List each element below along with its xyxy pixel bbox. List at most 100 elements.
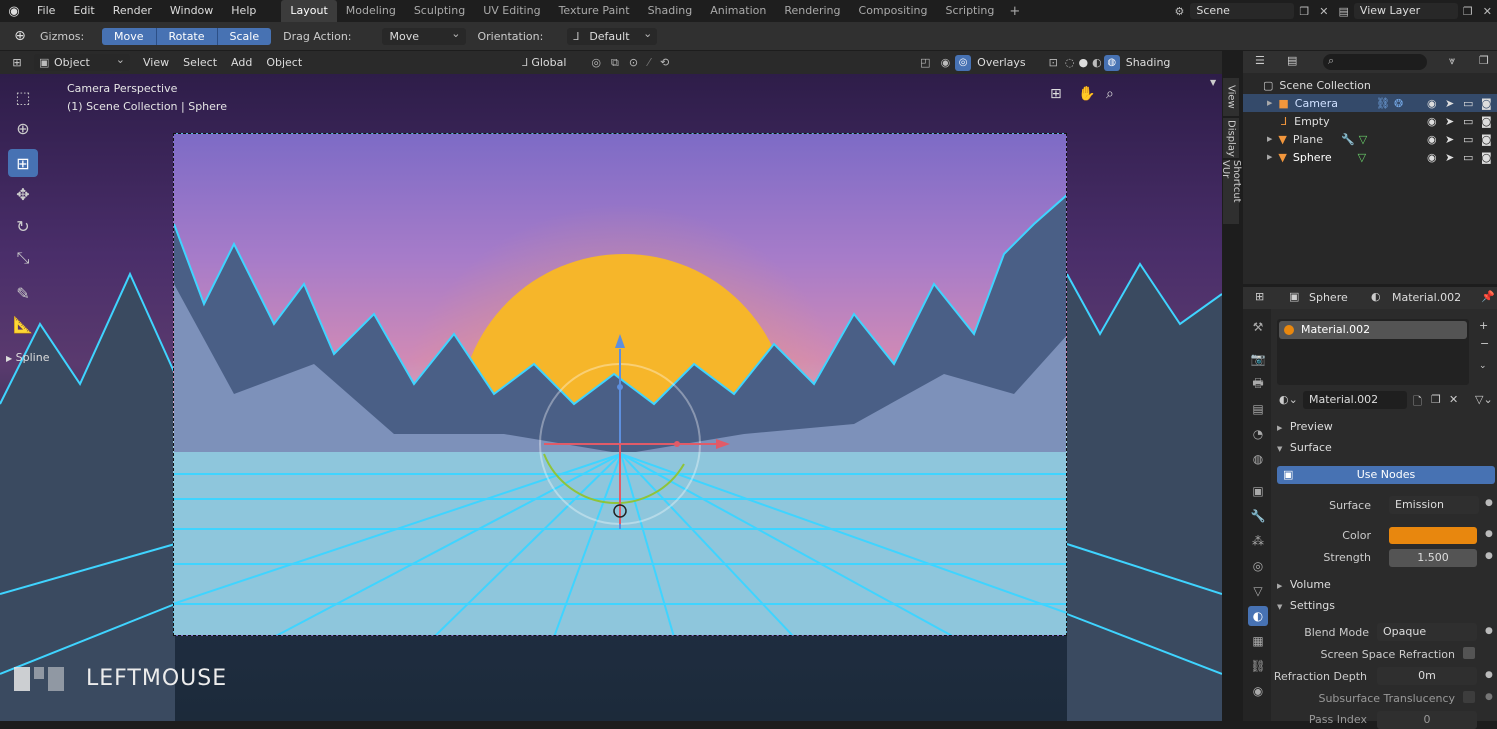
link-dot-icon[interactable]: ● bbox=[1485, 551, 1493, 561]
viewport-disable-icon[interactable]: ▭ bbox=[1463, 97, 1473, 110]
outliner-item-empty[interactable]: ⅃ Empty ◉ ➤ ▭ ◙ bbox=[1243, 112, 1497, 130]
object-tab-icon[interactable]: ▣ bbox=[1248, 481, 1268, 501]
properties-editor-icon[interactable]: ⊞ bbox=[1255, 290, 1264, 303]
workspace-tab-modeling[interactable]: Modeling bbox=[337, 0, 405, 22]
outliner-item-plane[interactable]: ▶ ▼ Plane 🔧 ▽ ◉ ➤ ▭ ◙ bbox=[1243, 130, 1497, 148]
blender-logo-icon[interactable]: ◉ bbox=[0, 4, 28, 19]
workspace-tab-sculpting[interactable]: Sculpting bbox=[405, 0, 474, 22]
link-dot-icon[interactable]: ● bbox=[1485, 670, 1493, 680]
view-layer-tab-icon[interactable]: ▤ bbox=[1248, 399, 1268, 419]
pin-icon[interactable]: 📌 bbox=[1481, 290, 1495, 303]
emission-color-swatch[interactable] bbox=[1389, 527, 1477, 544]
transform-tool-button-icon[interactable]: ⊞ bbox=[8, 149, 38, 177]
remove-scene-icon[interactable]: ✕ bbox=[1314, 5, 1333, 18]
falloff-icon[interactable]: ⁄ bbox=[643, 56, 655, 69]
link-dot-icon[interactable]: ● bbox=[1485, 529, 1493, 539]
particles-tab-icon[interactable]: ⁂ bbox=[1248, 531, 1268, 551]
physics-tab-icon[interactable]: ◎ bbox=[1248, 556, 1268, 576]
material-slot-list[interactable]: Material.002 bbox=[1277, 319, 1469, 385]
gizmo-rotate-button[interactable]: Rotate bbox=[155, 27, 217, 45]
duplicate-material-icon[interactable]: ❐ bbox=[1431, 393, 1441, 406]
workspace-tab-shading[interactable]: Shading bbox=[639, 0, 702, 22]
section-volume[interactable]: ▶ Volume bbox=[1277, 578, 1331, 591]
menu-help[interactable]: Help bbox=[222, 0, 265, 22]
viewport-disable-icon[interactable]: ▭ bbox=[1463, 133, 1473, 146]
material-slot-item[interactable]: Material.002 bbox=[1279, 321, 1467, 339]
ssr-checkbox[interactable] bbox=[1463, 647, 1475, 659]
cursor-tool-icon[interactable]: ⊕ bbox=[8, 114, 38, 142]
new-scene-icon[interactable]: ❐ bbox=[1294, 5, 1314, 18]
viewport-disable-icon[interactable]: ▭ bbox=[1463, 151, 1473, 164]
sss-checkbox[interactable] bbox=[1463, 691, 1475, 703]
material-datablock-field[interactable]: Material.002 bbox=[1303, 391, 1407, 409]
zoom-icon[interactable]: ⌕ bbox=[1106, 86, 1114, 102]
outliner-item-camera[interactable]: ▶ ■ Camera ⛓ ❂ ◉ ➤ ▭ ◙ bbox=[1243, 94, 1497, 112]
texture-tab-icon[interactable]: ▦ bbox=[1248, 631, 1268, 651]
object-mode-dropdown[interactable]: ▣ Object Mode bbox=[34, 51, 130, 86]
pivot-icon[interactable]: ◎ bbox=[586, 56, 606, 69]
material-browse-icon[interactable]: ◐⌄ bbox=[1279, 393, 1298, 406]
measure-tool-icon[interactable]: 📐 bbox=[8, 310, 38, 338]
add-workspace-icon[interactable]: + bbox=[1003, 4, 1026, 19]
orientation-dropdown[interactable]: ⅃ Default bbox=[567, 25, 658, 45]
menu-render[interactable]: Render bbox=[104, 0, 161, 22]
shading-dropdown[interactable]: Shading bbox=[1120, 56, 1177, 69]
node-filter-icon[interactable]: ▽⌄ bbox=[1475, 393, 1493, 406]
menu-view[interactable]: View bbox=[136, 56, 176, 69]
render-disable-icon[interactable]: ◙ bbox=[1481, 115, 1492, 128]
workspace-tab-layout[interactable]: Layout bbox=[281, 0, 337, 22]
xray-icon[interactable]: ⊡ bbox=[1044, 56, 1063, 69]
3d-viewport[interactable]: Camera Perspective (1) Scene Collection … bbox=[0, 74, 1222, 721]
workspace-tab-texture-paint[interactable]: Texture Paint bbox=[550, 0, 639, 22]
modifiers-tab-icon[interactable]: 🔧 bbox=[1248, 506, 1268, 526]
fake-user-icon[interactable]: 🗋 bbox=[1413, 393, 1422, 412]
shader-fx-tab-icon[interactable]: ◉ bbox=[1248, 681, 1268, 701]
refraction-depth-input[interactable]: 0m bbox=[1377, 667, 1477, 685]
pan-hand-icon[interactable]: ✋ bbox=[1078, 86, 1095, 102]
section-settings[interactable]: ▼ Settings bbox=[1277, 599, 1335, 612]
select-box-tool-icon[interactable]: ⬚ bbox=[8, 83, 38, 111]
outliner-item-sphere[interactable]: ▶ ▼ Sphere ▽ ◉ ➤ ▭ ◙ bbox=[1243, 148, 1497, 166]
slot-specials-icon[interactable]: ⌄ bbox=[1479, 361, 1487, 371]
visibility-eye-icon[interactable]: ◉ bbox=[1427, 115, 1437, 128]
visibility-eye-icon[interactable]: ◉ bbox=[1427, 97, 1437, 110]
scene-tab-icon[interactable]: ◔ bbox=[1248, 424, 1268, 444]
camera-view-icon[interactable]: ⊞ bbox=[1050, 86, 1062, 102]
menu-window[interactable]: Window bbox=[161, 0, 222, 22]
unlink-material-icon[interactable]: ✕ bbox=[1449, 393, 1458, 406]
overlays-dropdown[interactable]: Overlays bbox=[971, 56, 1044, 69]
visibility-eye-icon[interactable]: ◉ bbox=[1427, 133, 1437, 146]
strength-input[interactable]: 1.500 bbox=[1389, 549, 1477, 567]
render-tab-icon[interactable]: 📷 bbox=[1248, 349, 1268, 369]
pass-index-input[interactable]: 0 bbox=[1377, 711, 1477, 729]
use-nodes-button[interactable]: ▣ Use Nodes bbox=[1277, 466, 1495, 484]
selectable-icon[interactable]: ➤ bbox=[1445, 115, 1454, 128]
view-layer-icon[interactable]: ▤ bbox=[1334, 5, 1354, 18]
render-disable-icon[interactable]: ◙ bbox=[1481, 97, 1492, 110]
workspace-tab-animation[interactable]: Animation bbox=[701, 0, 775, 22]
sidebar-tab-view[interactable]: View bbox=[1223, 78, 1239, 116]
menu-object[interactable]: Object bbox=[259, 56, 309, 69]
selectable-icon[interactable]: ➤ bbox=[1445, 133, 1454, 146]
proportional-edit-icon[interactable]: ⊙ bbox=[624, 56, 643, 69]
material-tab-icon[interactable]: ◐ bbox=[1248, 606, 1268, 626]
outliner-editor-icon[interactable]: ☰ bbox=[1255, 54, 1265, 67]
section-surface[interactable]: ▼ Surface bbox=[1277, 441, 1332, 454]
scale-tool-icon[interactable]: ⤡ bbox=[8, 244, 38, 272]
overlays-icon[interactable]: ◎ bbox=[955, 54, 972, 71]
new-collection-icon[interactable]: ❐ bbox=[1479, 54, 1489, 67]
link-dot-icon[interactable]: ● bbox=[1485, 626, 1493, 636]
sidebar-tab-shortcut[interactable]: Shortcut VUr bbox=[1220, 160, 1242, 224]
workspace-tab-compositing[interactable]: Compositing bbox=[850, 0, 937, 22]
drag-action-dropdown[interactable]: Move bbox=[381, 25, 466, 45]
blend-mode-dropdown[interactable]: Opaque bbox=[1377, 623, 1477, 641]
viewport-disable-icon[interactable]: ▭ bbox=[1463, 115, 1473, 128]
scene-icon[interactable]: ⚙ bbox=[1169, 5, 1191, 18]
annotate-tool-icon[interactable]: ✎ bbox=[8, 279, 38, 307]
link-dot-icon[interactable]: ● bbox=[1485, 692, 1493, 702]
move-tool-icon[interactable]: ✥ bbox=[8, 180, 38, 208]
selectable-icon[interactable]: ➤ bbox=[1445, 97, 1454, 110]
menu-file[interactable]: File bbox=[28, 0, 64, 22]
view-layer-field[interactable]: View Layer bbox=[1353, 3, 1458, 19]
sidebar-tab-display[interactable]: Display bbox=[1223, 118, 1239, 158]
